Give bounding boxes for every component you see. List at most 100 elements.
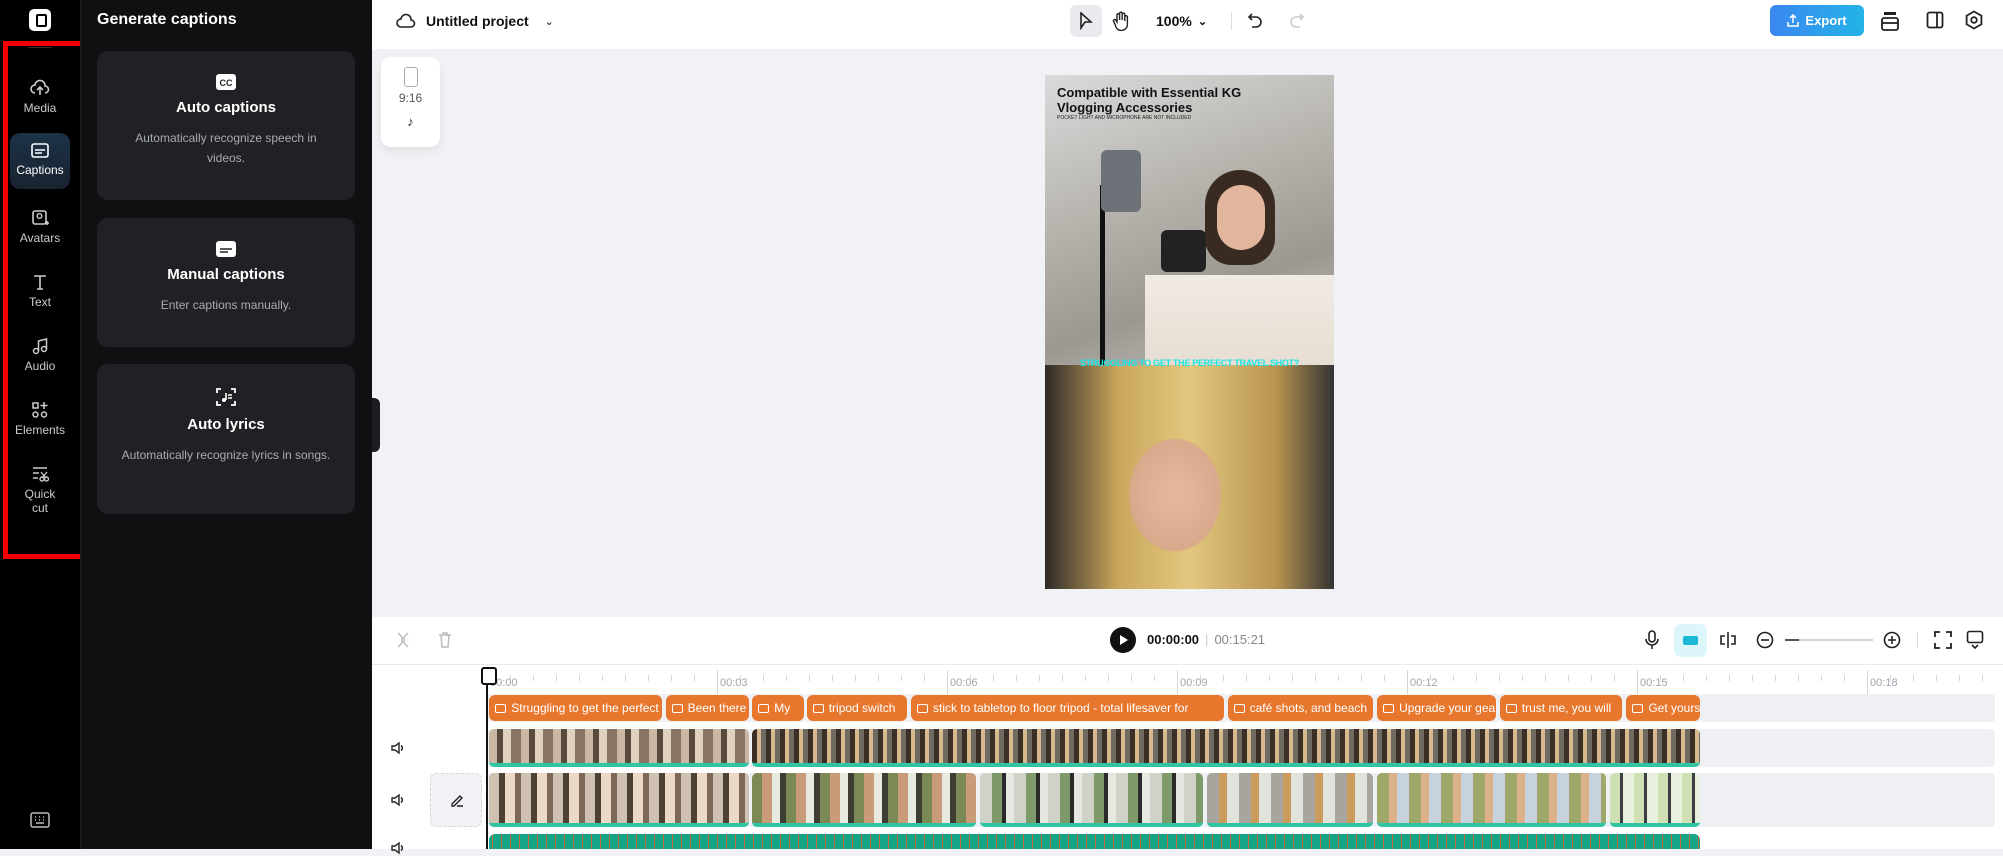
zoom-out-icon[interactable] (1756, 631, 1774, 649)
video-clip[interactable] (1610, 773, 1700, 827)
zoom-dropdown[interactable]: 100% ⌄ (1156, 0, 1207, 42)
auto-captions-card[interactable]: CC Auto captions Automatically recognize … (97, 51, 355, 200)
microphone-icon[interactable] (1645, 630, 1659, 650)
speaker-icon[interactable] (390, 740, 406, 756)
ruler-tick (809, 675, 810, 681)
ruler-tick (602, 675, 603, 681)
aspect-ratio-card[interactable]: 9:16 ♪ (381, 57, 440, 147)
caption-clip[interactable]: Upgrade your gear (1377, 695, 1496, 721)
settings-icon[interactable] (1964, 10, 1984, 30)
manual-captions-card[interactable]: Manual captions Enter captions manually. (97, 218, 355, 347)
ruler-tick (1706, 675, 1708, 681)
ruler-tick (832, 675, 833, 681)
sidebar-item-audio[interactable]: Audio (10, 336, 70, 373)
video-clip[interactable] (1206, 773, 1374, 827)
ruler-tick (1545, 675, 1547, 681)
video-clip[interactable] (752, 729, 1700, 767)
sidebar-item-text[interactable]: Text (10, 272, 70, 309)
ruler-tick (1844, 675, 1846, 681)
panel-title: Generate captions (97, 11, 237, 28)
fullscreen-icon[interactable] (1934, 631, 1952, 649)
split-icon[interactable] (1719, 631, 1737, 649)
keyboard-icon[interactable] (30, 812, 50, 828)
caption-icon (1233, 703, 1245, 713)
sidebar-item-quick-cut[interactable]: Quick cut (10, 464, 70, 515)
layers-icon[interactable] (1880, 10, 1900, 32)
hand-tool-icon[interactable] (1112, 11, 1130, 31)
sidebar-item-avatars[interactable]: Avatars (10, 208, 70, 245)
video-clip[interactable] (752, 773, 977, 827)
divider (1917, 632, 1918, 648)
preview-monitor-icon[interactable] (1966, 630, 1984, 650)
caption-icon (758, 703, 770, 713)
divider (1231, 12, 1232, 30)
playhead[interactable] (481, 667, 497, 849)
audio-clip[interactable] (489, 834, 1700, 849)
video-clip[interactable] (489, 773, 750, 827)
video-clip[interactable] (1377, 773, 1607, 827)
redo-icon[interactable] (1289, 12, 1305, 30)
caption-clip[interactable]: Struggling to get the perfect travel sho… (489, 695, 662, 721)
ruler-tick (556, 675, 557, 681)
zoom-in-icon[interactable] (1883, 631, 1901, 649)
ruler-tick (1867, 670, 1869, 694)
delete-icon[interactable] (437, 631, 453, 649)
caption-clip[interactable]: Get yours (1626, 695, 1700, 721)
speaker-icon[interactable] (390, 792, 406, 808)
ruler-tick (1407, 670, 1409, 694)
ruler-tick (694, 675, 695, 681)
video-subline: POCKET LIGHT AND MICROPHONE ARE NOT INCL… (1057, 115, 1192, 121)
zoom-slider[interactable] (1785, 639, 1873, 641)
sidebar-item-elements[interactable]: Elements (10, 400, 70, 437)
ruler-tick (1614, 675, 1616, 681)
music-note-icon (32, 338, 48, 355)
auto-lyrics-card[interactable]: Auto lyrics Automatically recognize lyric… (97, 364, 355, 514)
project-title[interactable]: Untitled project (426, 13, 529, 29)
split-cursor-icon[interactable] (396, 631, 410, 649)
video-clip[interactable] (979, 773, 1204, 827)
ruler-tick (1568, 675, 1570, 681)
project-title-area[interactable]: Untitled project ⌄ (396, 0, 554, 42)
speaker-icon[interactable] (390, 840, 406, 856)
video-headline: Compatible with Essential KG Vlogging Ac… (1057, 85, 1242, 115)
caption-clip[interactable]: My (752, 695, 804, 721)
ruler-tick (1223, 675, 1225, 681)
edit-track-button[interactable] (430, 773, 482, 827)
ruler-tick (625, 675, 626, 681)
ruler-tick (1154, 675, 1156, 681)
export-button[interactable]: Export (1770, 5, 1864, 36)
ruler-tick (1798, 675, 1800, 681)
caption-icon (916, 703, 928, 713)
ruler-label: 00:09 (1180, 677, 1208, 689)
time-display: 00:00:00 | 00:15:21 (1147, 632, 1266, 647)
layout-panel-icon[interactable] (1926, 11, 1944, 29)
chevron-down-icon[interactable]: ⌄ (545, 15, 554, 28)
ruler-label: 00:03 (720, 677, 748, 689)
caption-clip[interactable]: tripod switch (806, 695, 908, 721)
caption-clip[interactable]: café shots, and beach (1227, 695, 1374, 721)
ruler-tick (947, 670, 949, 694)
collapse-panel-handle[interactable] (372, 398, 380, 452)
ruler-tick (786, 675, 787, 681)
ruler-tick (1039, 675, 1041, 681)
caption-clip[interactable]: trust me, you will (1499, 695, 1622, 721)
ruler-tick (1292, 675, 1294, 681)
sidebar-item-captions[interactable]: Captions (10, 133, 70, 189)
ruler-tick (1062, 675, 1064, 681)
auto-snap-toggle[interactable] (1674, 624, 1707, 657)
sidebar-item-media[interactable]: Media (10, 78, 70, 115)
divider (28, 47, 52, 48)
video-preview[interactable]: Compatible with Essential KG Vlogging Ac… (1045, 75, 1334, 589)
play-button[interactable] (1110, 627, 1136, 653)
ruler-tick (1775, 675, 1777, 681)
icon-rail: Media Captions Avatars Text Audio Elemen… (0, 0, 80, 849)
undo-icon[interactable] (1247, 12, 1263, 30)
caption-icon (671, 703, 683, 713)
current-time: 00:00:00 (1147, 632, 1200, 647)
play-icon (1120, 635, 1128, 645)
caption-clip[interactable]: stick to tabletop to floor tripod - tota… (910, 695, 1224, 721)
select-tool-button[interactable] (1070, 5, 1102, 37)
video-clip[interactable] (489, 729, 750, 767)
video-caption-overlay: STRUGGLING TO GET THE PERFECT TRAVEL SHO… (1080, 358, 1299, 368)
caption-clip[interactable]: Been there (665, 695, 750, 721)
